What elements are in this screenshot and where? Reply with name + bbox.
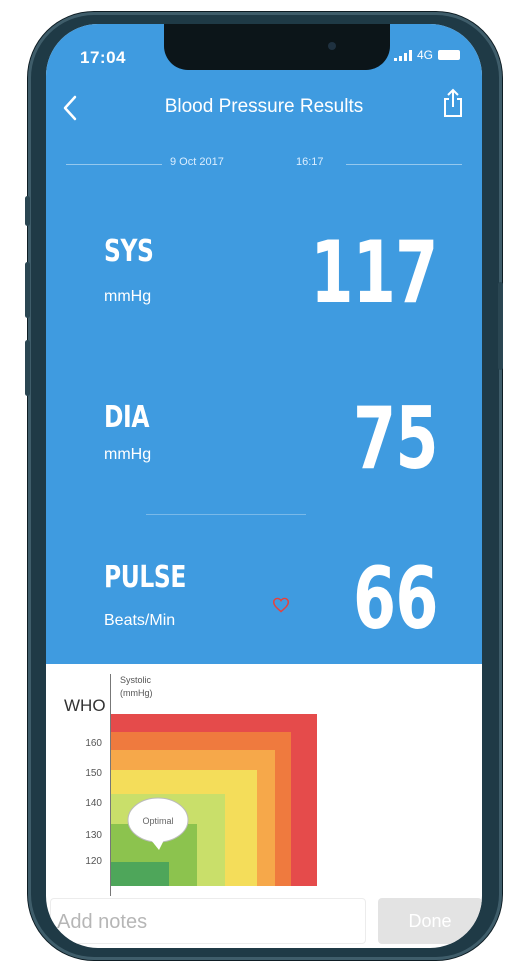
dia-unit: mmHg (104, 446, 152, 463)
divider-left (66, 164, 162, 165)
tick-label: 130 (85, 830, 102, 841)
network-label: 4G (416, 48, 433, 62)
sys-unit: mmHg (104, 288, 152, 305)
reading-time: 16:17 (296, 156, 324, 168)
share-button[interactable] (440, 88, 466, 118)
share-icon (444, 88, 462, 117)
tick-label: 150 (85, 768, 102, 779)
results-panel: 17:04 4G Blood Pressure Results 9 Oct 20… (46, 24, 482, 664)
sys-label: SYS (104, 234, 154, 269)
axis-label: Systolic (mmHg) (120, 674, 153, 700)
notch (164, 24, 390, 70)
notes-input[interactable]: Add notes (50, 898, 366, 944)
status-time: 17:04 (80, 48, 126, 67)
pulse-unit: Beats/Min (104, 612, 176, 629)
who-label: WHO (64, 696, 106, 715)
zone-optimal-inner (111, 862, 169, 886)
axis-label-line2: (mmHg) (120, 688, 153, 698)
section-divider (146, 514, 306, 515)
done-button[interactable]: Done (378, 898, 482, 944)
callout-label: Optimal (142, 816, 173, 826)
signal-icon (393, 49, 412, 61)
sys-value: 117 (310, 223, 439, 323)
tick-label: 140 (85, 798, 102, 809)
reading-date: 9 Oct 2017 (170, 156, 224, 168)
dia-label: DIA (104, 400, 150, 435)
status-indicators: 4G (393, 48, 460, 62)
pulse-value: 66 (353, 549, 438, 649)
power-button (498, 282, 503, 370)
dia-value: 75 (353, 389, 438, 489)
axis-label-line1: Systolic (120, 675, 152, 685)
phone-screen: 17:04 4G Blood Pressure Results 9 Oct 20… (46, 24, 482, 948)
tick-label: 160 (85, 738, 102, 749)
tick-label: 120 (85, 856, 102, 867)
volume-up-button (25, 262, 30, 318)
page-title: Blood Pressure Results (164, 96, 364, 117)
reading-timestamp: 9 Oct 2017 16:17 (46, 154, 482, 174)
heart-icon (272, 597, 290, 613)
camera (328, 42, 336, 50)
battery-icon (438, 50, 460, 60)
volume-down-button (25, 340, 30, 396)
divider-right (346, 164, 462, 165)
who-zone-chart: Optimal (111, 714, 317, 886)
mute-switch (25, 196, 30, 226)
pulse-label: PULSE (104, 560, 186, 595)
